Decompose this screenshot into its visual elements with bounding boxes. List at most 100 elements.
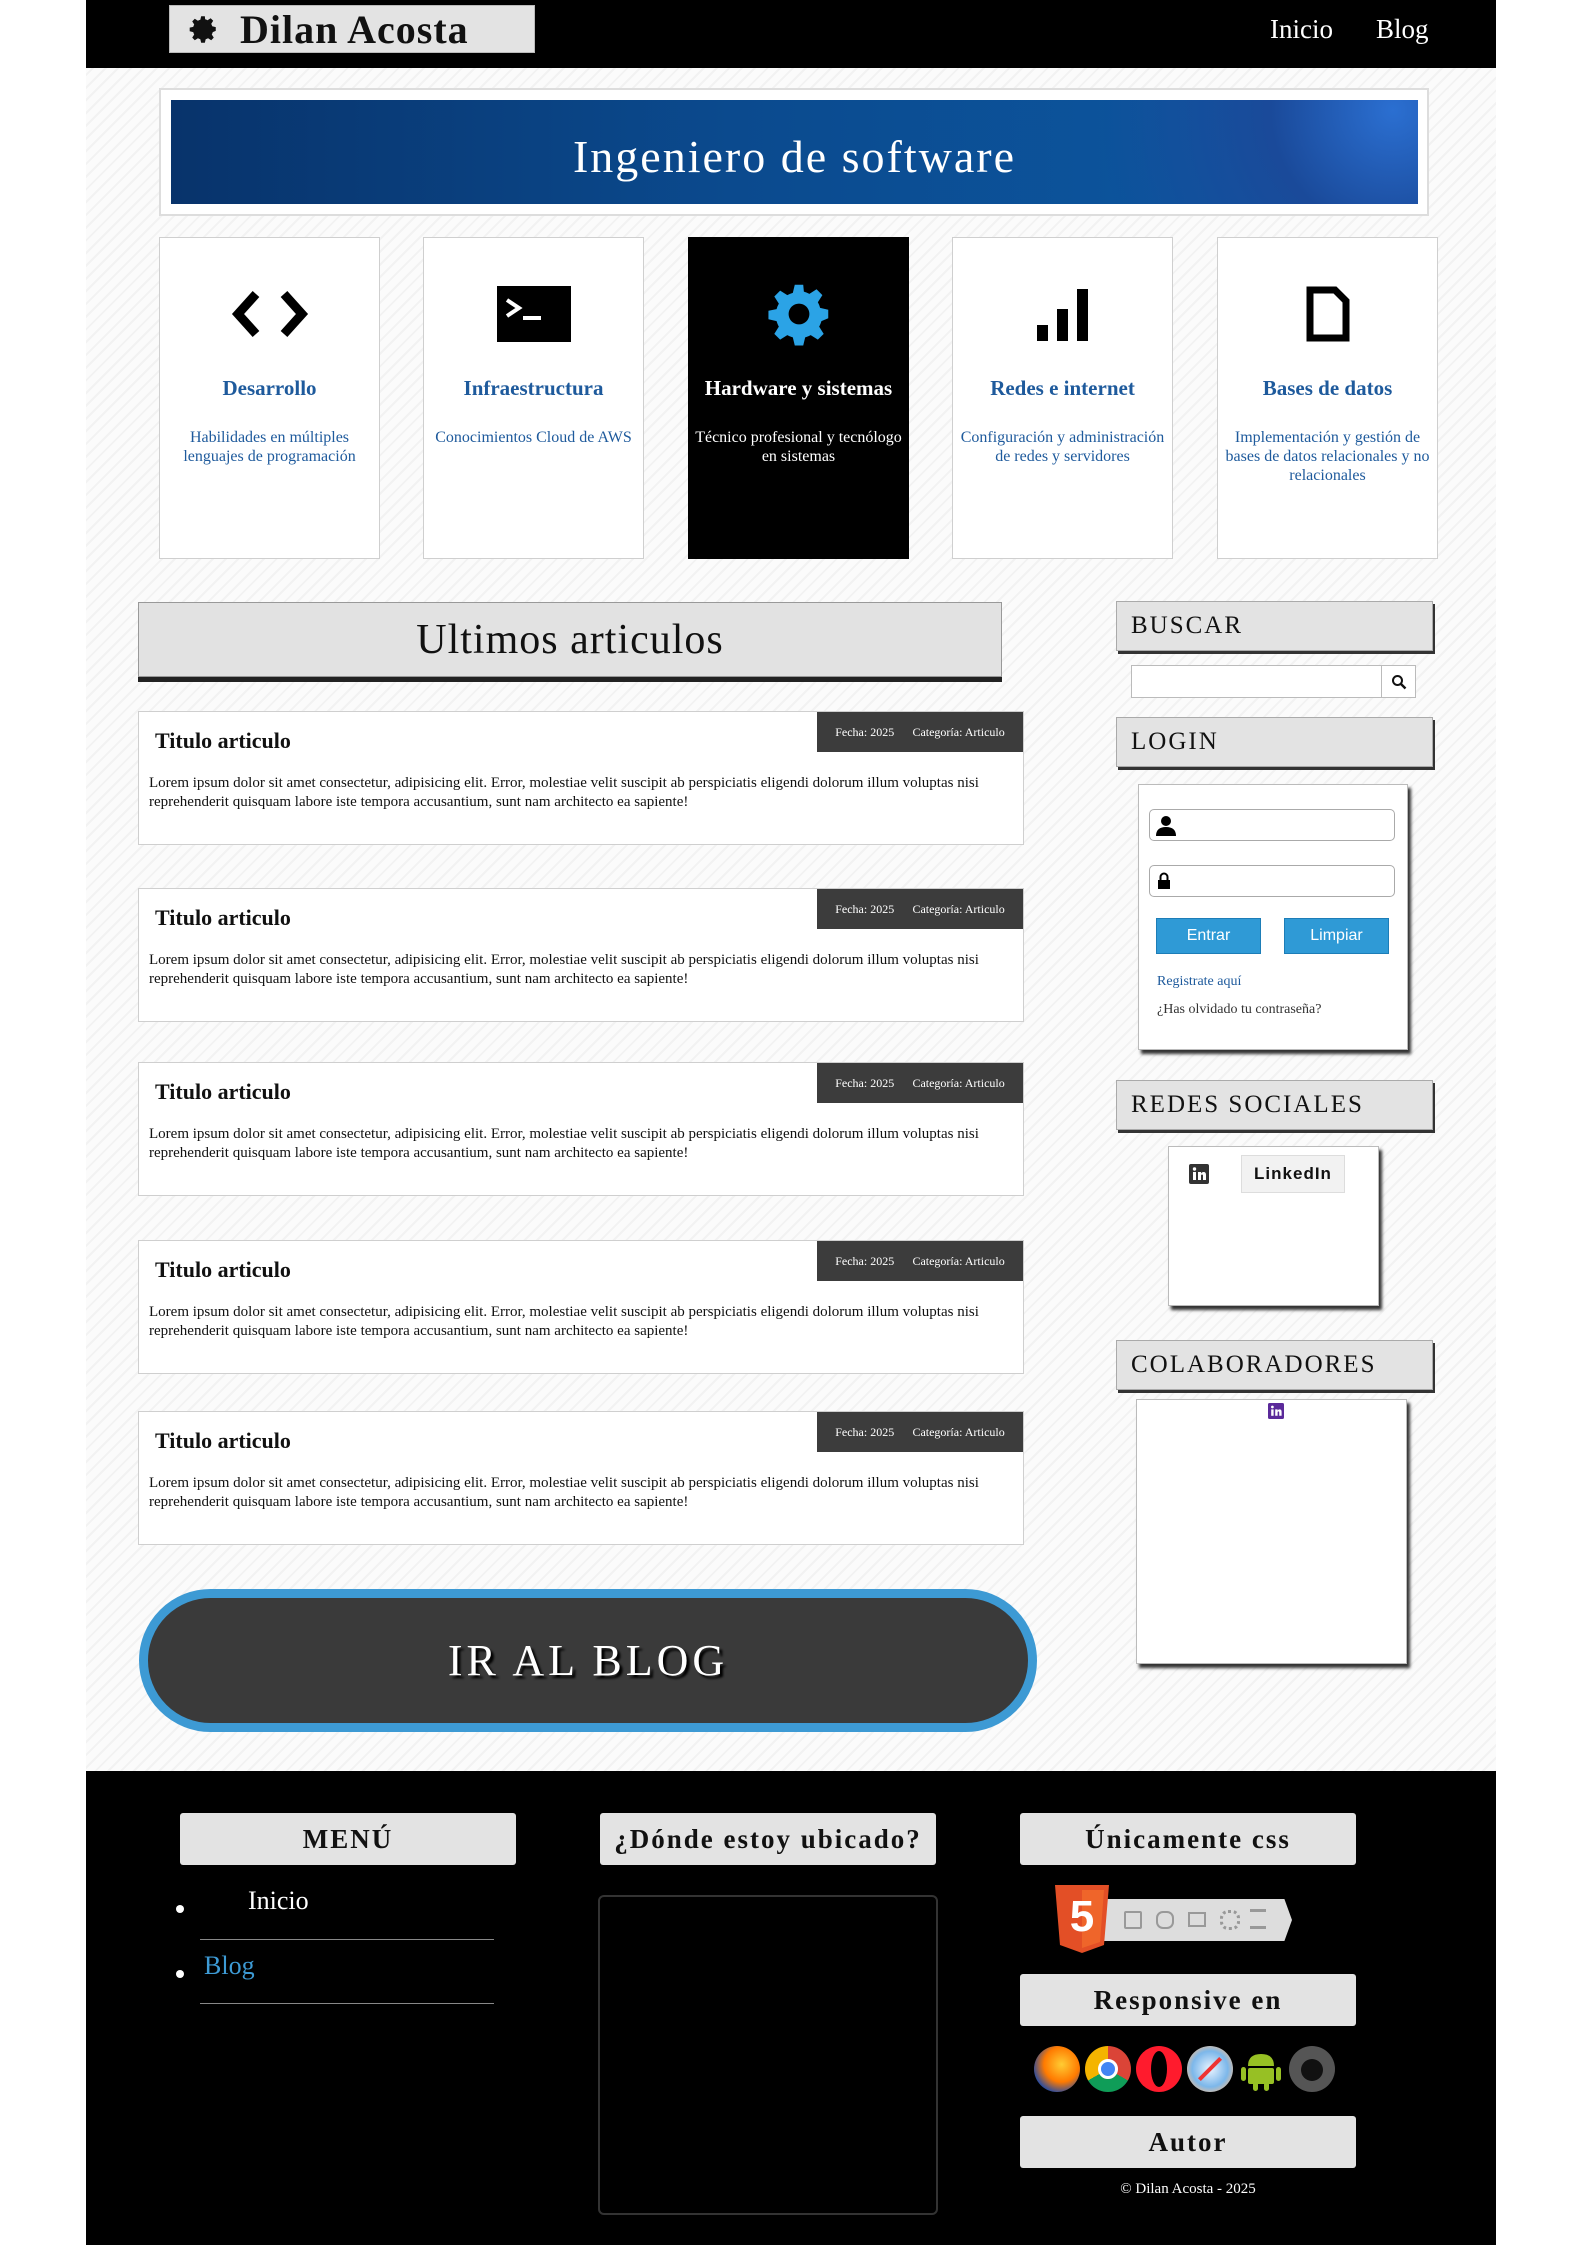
- article-title[interactable]: Titulo articulo: [155, 1079, 291, 1105]
- article-category: Categoría: Articulo: [912, 1075, 1005, 1090]
- article-title[interactable]: Titulo articulo: [155, 1257, 291, 1283]
- android-icon: [1238, 2046, 1284, 2092]
- nav-link-inicio[interactable]: Inicio: [1270, 14, 1333, 45]
- hero-banner: Ingeniero de software: [159, 88, 1429, 216]
- article-card[interactable]: Titulo articulo Fecha: 2025 Categoría: Ar…: [138, 1062, 1024, 1196]
- search-button[interactable]: [1381, 666, 1415, 697]
- social-links: LinkedIn: [1168, 1146, 1379, 1306]
- forgot-password-link[interactable]: ¿Has olvidado tu contraseña?: [1157, 1002, 1321, 1018]
- article-title[interactable]: Titulo articulo: [155, 1428, 291, 1454]
- device-icon: [1188, 1912, 1206, 1927]
- location-map[interactable]: [598, 1895, 938, 2215]
- divider: [200, 1939, 494, 1940]
- code-icon: [231, 290, 308, 338]
- settings-icon: [1220, 1910, 1240, 1930]
- chrome-icon: [1085, 2046, 1131, 2092]
- card-title: Redes e internet: [990, 376, 1135, 400]
- search-heading: BUSCAR: [1116, 601, 1433, 651]
- card-description: Implementación y gestión de bases de dat…: [1225, 429, 1430, 484]
- article-excerpt: Lorem ipsum dolor sit amet consectetur, …: [149, 1126, 979, 1161]
- card-title: Hardware y sistemas: [704, 376, 893, 400]
- card-desarrollo[interactable]: Desarrollo Habilidades en múltiples leng…: [159, 237, 380, 559]
- go-to-blog-button[interactable]: IR AL BLOG: [139, 1589, 1037, 1732]
- document-icon: [1306, 286, 1349, 342]
- card-bases-datos[interactable]: Bases de datos Implementación y gestión …: [1217, 237, 1438, 559]
- card-title: Infraestructura: [463, 376, 604, 400]
- card-title: Bases de datos: [1262, 376, 1393, 400]
- card-infraestructura[interactable]: Infraestructura Conocimientos Cloud de A…: [423, 237, 644, 559]
- register-link[interactable]: Registrate aquí: [1157, 974, 1241, 990]
- terminal-icon: [496, 286, 571, 342]
- article-excerpt: Lorem ipsum dolor sit amet consectetur, …: [149, 1475, 979, 1510]
- linkedin-icon[interactable]: [1189, 1164, 1209, 1184]
- article-date: Fecha: 2025: [835, 724, 895, 739]
- article-meta: Fecha: 2025 Categoría: Articulo: [817, 712, 1023, 752]
- article-category: Categoría: Articulo: [912, 1424, 1005, 1439]
- social-heading: REDES SOCIALES: [1116, 1080, 1433, 1130]
- copyright: © Dilan Acosta - 2025: [1120, 2181, 1256, 2197]
- top-bar: Dilan Acosta Inicio Blog: [86, 0, 1496, 68]
- brand-name: Dilan Acosta: [240, 6, 469, 52]
- article-date: Fecha: 2025: [835, 901, 895, 916]
- lock-icon: [1158, 872, 1170, 889]
- card-description: Habilidades en múltiples lenguajes de pr…: [183, 429, 356, 465]
- article-excerpt: Lorem ipsum dolor sit amet consectetur, …: [149, 952, 979, 987]
- collaborators-heading: COLABORADORES: [1116, 1340, 1433, 1390]
- bullet: [176, 1970, 184, 1978]
- linkedin-link[interactable]: LinkedIn: [1241, 1155, 1345, 1193]
- search-form: [1131, 665, 1416, 699]
- article-meta: Fecha: 2025 Categoría: Articulo: [817, 1412, 1023, 1452]
- login-heading: LOGIN: [1116, 717, 1433, 767]
- brand-logo[interactable]: Dilan Acosta: [169, 5, 535, 53]
- divider: [200, 2003, 494, 2004]
- article-card[interactable]: Titulo articulo Fecha: 2025 Categoría: Ar…: [138, 1240, 1024, 1374]
- search-input[interactable]: [1132, 666, 1384, 699]
- banner-title: Ingeniero de software: [572, 130, 1017, 182]
- footer-location-heading: ¿Dónde estoy ubicado?: [600, 1813, 936, 1865]
- layers-icon: [1250, 1909, 1266, 1929]
- gear-icon: [189, 16, 216, 43]
- article-title[interactable]: Titulo articulo: [155, 728, 291, 754]
- article-meta: Fecha: 2025 Categoría: Articulo: [817, 1063, 1023, 1103]
- safari-icon: [1187, 2046, 1233, 2092]
- footer-menu-inicio[interactable]: Inicio: [248, 1886, 309, 1916]
- article-category: Categoría: Articulo: [912, 901, 1005, 916]
- apple-icon: [1289, 2046, 1335, 2092]
- page: Dilan Acosta Inicio Blog Ingeniero de so…: [86, 0, 1496, 2245]
- html5-badge-number: 5: [1069, 1892, 1095, 1941]
- articles-heading: Ultimos articulos: [138, 602, 1002, 677]
- article-date: Fecha: 2025: [835, 1075, 895, 1090]
- footer-menu-heading: MENÚ: [180, 1813, 516, 1865]
- card-description: Técnico profesional y tecnólogo en siste…: [695, 429, 902, 465]
- article-excerpt: Lorem ipsum dolor sit amet consectetur, …: [149, 775, 979, 810]
- login-form: Entrar Limpiar Registrate aquí ¿Has olvi…: [1138, 784, 1408, 1050]
- card-title: Desarrollo: [222, 376, 317, 400]
- article-card[interactable]: Titulo articulo Fecha: 2025 Categoría: Ar…: [138, 1411, 1024, 1545]
- card-description: Configuración y administración de redes …: [960, 429, 1165, 465]
- firefox-icon: [1034, 2046, 1080, 2092]
- article-card[interactable]: Titulo articulo Fecha: 2025 Categoría: Ar…: [138, 711, 1024, 845]
- article-excerpt: Lorem ipsum dolor sit amet consectetur, …: [149, 1304, 979, 1339]
- password-field[interactable]: [1149, 865, 1395, 897]
- article-card[interactable]: Titulo articulo Fecha: 2025 Categoría: Ar…: [138, 888, 1024, 1022]
- signal-bars-icon: [1036, 289, 1088, 341]
- article-meta: Fecha: 2025 Categoría: Articulo: [817, 889, 1023, 929]
- login-submit-button[interactable]: Entrar: [1156, 918, 1261, 954]
- article-date: Fecha: 2025: [835, 1253, 895, 1268]
- footer-menu-blog[interactable]: Blog: [204, 1951, 255, 1981]
- card-redes[interactable]: Redes e internet Configuración y adminis…: [952, 237, 1173, 559]
- article-meta: Fecha: 2025 Categoría: Articulo: [817, 1241, 1023, 1281]
- article-title[interactable]: Titulo articulo: [155, 905, 291, 931]
- card-hardware[interactable]: Hardware y sistemas Técnico profesional …: [688, 237, 909, 559]
- opera-icon: [1136, 2046, 1182, 2092]
- gear-icon: [767, 284, 828, 346]
- card-description: Conocimientos Cloud de AWS: [435, 429, 632, 446]
- article-date: Fecha: 2025: [835, 1424, 895, 1439]
- login-clear-button[interactable]: Limpiar: [1284, 918, 1389, 954]
- html5-badge: 5: [1052, 1885, 1302, 1955]
- footer-css-heading: Únicamente css: [1020, 1813, 1356, 1865]
- nav-link-blog[interactable]: Blog: [1376, 14, 1429, 45]
- linkedin-icon[interactable]: [1268, 1403, 1284, 1419]
- article-category: Categoría: Articulo: [912, 1253, 1005, 1268]
- username-field[interactable]: [1149, 809, 1395, 841]
